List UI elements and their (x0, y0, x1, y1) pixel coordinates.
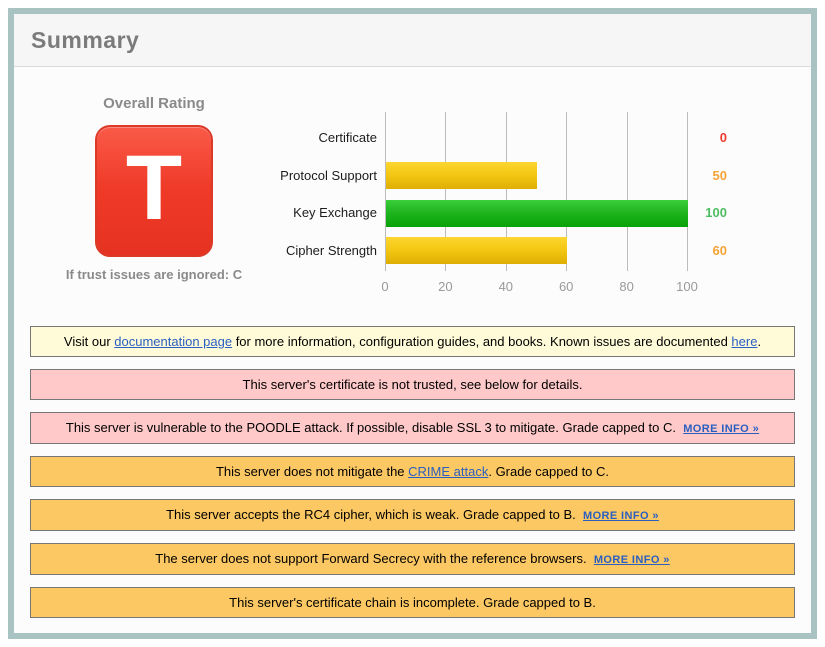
chart-value-label: 0 (719, 130, 727, 145)
chart-tick-label: 80 (619, 279, 634, 294)
grade-letter: T (125, 137, 183, 239)
chart-bar (386, 237, 568, 265)
message-text: This server is vulnerable to the POODLE … (65, 420, 684, 435)
overall-rating-title: Overall Rating (103, 95, 205, 112)
message-box-error: This server's certificate is not trusted… (30, 369, 795, 400)
message-box-warning: The server does not support Forward Secr… (30, 543, 795, 575)
chart-tick-label: 20 (438, 279, 453, 294)
chart-tick-label: 60 (558, 279, 574, 294)
page-title: Summary (31, 27, 140, 53)
chart-tick-label: 100 (676, 279, 698, 294)
panel-header: Summary (14, 14, 811, 67)
overall-rating-block: Overall Rating T If trust issues are ign… (34, 95, 274, 282)
message-text: This server's certificate is not trusted… (242, 377, 583, 392)
more-info-link[interactable]: MORE INFO » (683, 423, 759, 435)
message-box-warning: This server does not mitigate the CRIME … (30, 456, 795, 487)
trust-ignored-caption: If trust issues are ignored: C (65, 267, 243, 282)
message-box-info: Visit our documentation page for more in… (30, 326, 795, 357)
message-text: This server accepts the RC4 cipher, whic… (166, 507, 583, 522)
inline-link[interactable]: here (731, 334, 757, 349)
page: Summary 0 20 40 60 80 100 Certificate 0 Protocol… (0, 0, 825, 647)
message-text: This server does not mitigate the (215, 464, 409, 479)
message-box-warning: This server's certificate chain is incom… (30, 587, 795, 618)
summary-panel: Summary 0 20 40 60 80 100 Certificate 0 Protocol… (8, 8, 817, 639)
message-box-warning: This server accepts the RC4 cipher, whic… (30, 499, 795, 531)
summary-row: 0 20 40 60 80 100 Certificate 0 Protocol Support… (30, 95, 795, 299)
chart-tick-label: 40 (498, 279, 514, 294)
chart-value-label: 60 (712, 242, 727, 258)
message-text: The server does not support Forward Secr… (155, 551, 594, 566)
more-info-link[interactable]: MORE INFO » (583, 510, 659, 522)
message-text: . (757, 334, 762, 349)
chart-value-label: 100 (705, 205, 727, 221)
more-info-link[interactable]: MORE INFO » (594, 554, 670, 566)
panel-body: 0 20 40 60 80 100 Certificate 0 Protocol Support… (14, 67, 811, 642)
message-text: Visit our (63, 334, 115, 349)
chart-tick-label: 0 (381, 279, 389, 294)
grade-badge: T (95, 125, 213, 257)
message-list: Visit our documentation page for more in… (30, 326, 795, 618)
chart-bar (386, 162, 537, 190)
message-box-error: This server is vulnerable to the POODLE … (30, 412, 795, 444)
message-text: This server's certificate chain is incom… (229, 595, 596, 610)
chart-value-label: 50 (712, 167, 727, 183)
message-text: for more information, configuration guid… (232, 334, 732, 349)
inline-link[interactable]: CRIME attack (408, 464, 488, 479)
message-text: . Grade capped to C. (488, 464, 610, 479)
chart-bar (386, 199, 688, 227)
inline-link[interactable]: documentation page (114, 334, 232, 349)
chart-gridline (626, 112, 628, 271)
